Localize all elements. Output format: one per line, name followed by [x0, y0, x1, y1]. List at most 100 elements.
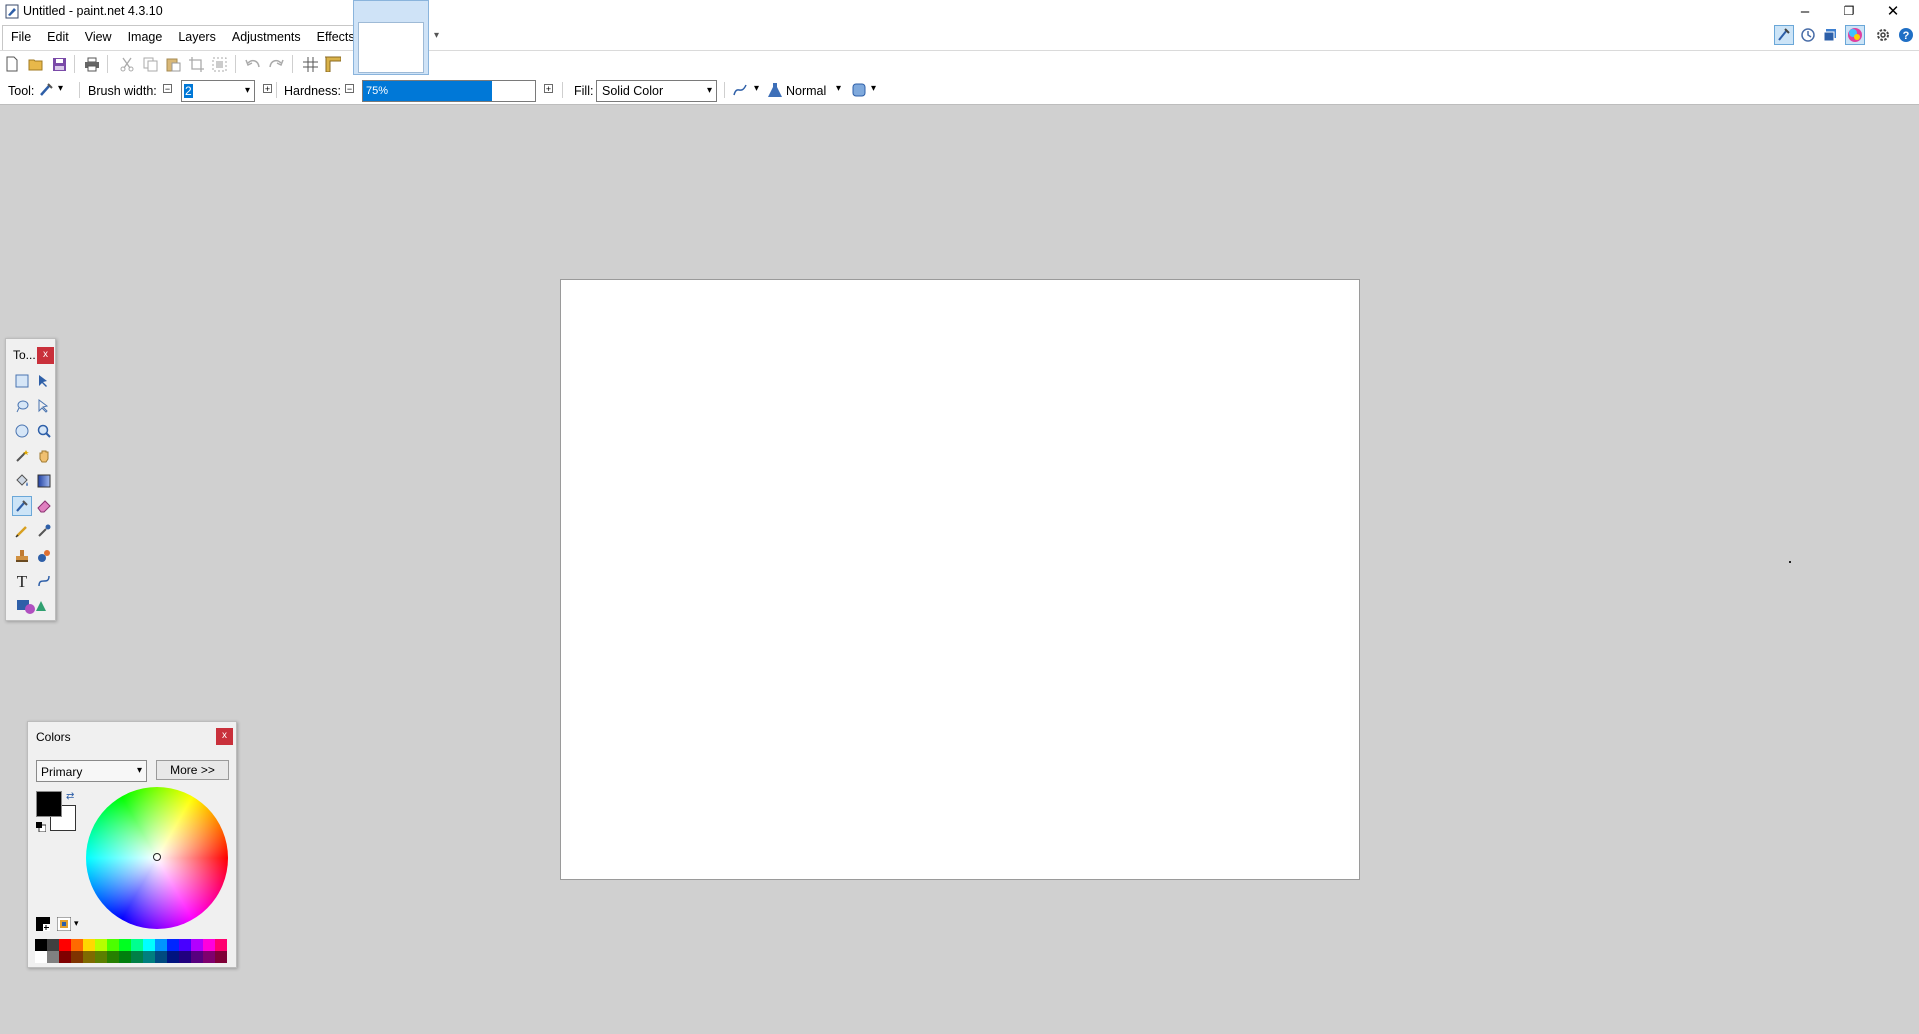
tools-close-button[interactable]: x [37, 347, 54, 364]
menu-adjustments[interactable]: Adjustments [224, 26, 309, 51]
move-selected-icon[interactable] [34, 371, 54, 391]
palette-swatch[interactable] [71, 939, 83, 951]
tools-panel-icon[interactable] [1774, 25, 1794, 45]
menu-view[interactable]: View [77, 26, 120, 51]
add-to-palette-icon[interactable] [36, 917, 50, 931]
redo-icon[interactable] [267, 55, 285, 73]
menu-edit[interactable]: Edit [39, 26, 77, 51]
fill-mode-select[interactable]: Solid Color ▾ [596, 80, 717, 102]
palette-swatch[interactable] [47, 939, 59, 951]
palette-swatch[interactable] [95, 939, 107, 951]
image-tab-thumbnail[interactable] [353, 0, 429, 75]
palette-swatch[interactable] [191, 939, 203, 951]
palette-swatch[interactable] [35, 951, 47, 963]
colors-icon[interactable] [1845, 25, 1865, 45]
reset-colors-icon[interactable] [36, 820, 47, 833]
brush-width-increase-button[interactable]: + [263, 84, 272, 94]
palette-swatch[interactable] [215, 939, 227, 951]
line-curve-icon[interactable] [34, 571, 54, 591]
blend-mode-dropdown-icon[interactable]: ▾ [836, 83, 841, 94]
alpha-blending-icon[interactable] [851, 82, 867, 101]
palette-swatch[interactable] [143, 951, 155, 963]
alpha-dropdown-icon[interactable]: ▾ [871, 83, 876, 94]
palette-dropdown-icon[interactable]: ▾ [74, 918, 79, 929]
palette-swatch[interactable] [215, 951, 227, 963]
history-icon[interactable] [1800, 27, 1816, 46]
palette-menu-icon[interactable] [56, 916, 72, 932]
tool-dropdown-icon[interactable]: ▾ [58, 83, 63, 94]
shapes-icon[interactable] [16, 596, 46, 616]
restore-button[interactable]: ❐ [1827, 0, 1871, 22]
settings-icon[interactable] [1875, 27, 1891, 46]
paintbrush-tool-icon[interactable] [38, 82, 54, 101]
color-wheel[interactable] [86, 787, 228, 929]
chevron-down-icon[interactable]: ▾ [137, 765, 142, 776]
menu-image[interactable]: Image [120, 26, 171, 51]
menu-layers[interactable]: Layers [170, 26, 224, 51]
print-icon[interactable] [83, 55, 101, 73]
colors-close-button[interactable]: x [216, 728, 233, 745]
move-selection-icon[interactable] [34, 396, 54, 416]
paintbrush-icon[interactable] [12, 496, 32, 516]
brush-width-decrease-button[interactable]: − [163, 84, 172, 94]
hardness-increase-button[interactable]: + [544, 84, 553, 94]
palette-swatch[interactable] [119, 951, 131, 963]
palette-swatch[interactable] [59, 951, 71, 963]
palette-swatch[interactable] [131, 939, 143, 951]
palette-swatch[interactable] [155, 939, 167, 951]
paint-bucket-icon[interactable] [12, 471, 32, 491]
image-canvas[interactable] [560, 279, 1360, 880]
image-list-chevron-icon[interactable]: ▾ [434, 30, 439, 41]
palette-swatch[interactable] [119, 939, 131, 951]
palette-swatch[interactable] [83, 951, 95, 963]
deselect-icon[interactable] [210, 55, 228, 73]
palette-swatch[interactable] [47, 951, 59, 963]
chevron-down-icon[interactable]: ▾ [707, 85, 712, 96]
ruler-icon[interactable] [324, 55, 342, 73]
palette-swatch[interactable] [107, 951, 119, 963]
text-icon[interactable]: T [12, 571, 32, 591]
lasso-select-icon[interactable] [12, 396, 32, 416]
menu-file[interactable]: File [3, 26, 39, 51]
paste-icon[interactable] [164, 55, 182, 73]
palette-swatch[interactable] [191, 951, 203, 963]
gradient-icon[interactable] [34, 471, 54, 491]
color-mode-select[interactable]: Primary ▾ [36, 760, 147, 782]
palette-swatch[interactable] [179, 939, 191, 951]
palette-swatch[interactable] [59, 939, 71, 951]
pan-icon[interactable] [34, 446, 54, 466]
chevron-down-icon[interactable]: ▾ [245, 85, 250, 96]
help-icon[interactable]: ? [1898, 27, 1914, 46]
eraser-icon[interactable] [34, 496, 54, 516]
palette-swatch[interactable] [95, 951, 107, 963]
color-picker-icon[interactable] [34, 521, 54, 541]
palette-swatch[interactable] [203, 951, 215, 963]
palette-swatch[interactable] [83, 939, 95, 951]
palette-swatch[interactable] [143, 939, 155, 951]
rectangle-select-icon[interactable] [12, 371, 32, 391]
brush-width-combobox[interactable]: 2 ▾ [181, 80, 255, 102]
minimize-button[interactable]: – [1783, 0, 1827, 22]
undo-icon[interactable] [244, 55, 262, 73]
layers-icon[interactable] [1822, 27, 1838, 46]
open-icon[interactable] [27, 55, 45, 73]
palette-swatch[interactable] [107, 939, 119, 951]
save-icon[interactable] [50, 55, 68, 73]
new-icon[interactable] [3, 55, 21, 73]
grid-icon[interactable] [301, 55, 319, 73]
ellipse-select-icon[interactable] [12, 421, 32, 441]
cut-icon[interactable] [118, 55, 136, 73]
palette-swatch[interactable] [131, 951, 143, 963]
primary-color-swatch[interactable] [36, 791, 62, 817]
recolor-icon[interactable] [34, 546, 54, 566]
hardness-slider[interactable]: 75% [362, 80, 536, 102]
blend-mode-value[interactable]: Normal [786, 84, 826, 98]
swap-colors-icon[interactable]: ⇄ [66, 791, 74, 802]
close-button[interactable]: ✕ [1871, 0, 1915, 22]
copy-icon[interactable] [141, 55, 159, 73]
antialiasing-dropdown-icon[interactable]: ▾ [754, 83, 759, 94]
palette-swatch[interactable] [179, 951, 191, 963]
palette-swatch[interactable] [71, 951, 83, 963]
pencil-icon[interactable] [12, 521, 32, 541]
palette-swatch[interactable] [155, 951, 167, 963]
